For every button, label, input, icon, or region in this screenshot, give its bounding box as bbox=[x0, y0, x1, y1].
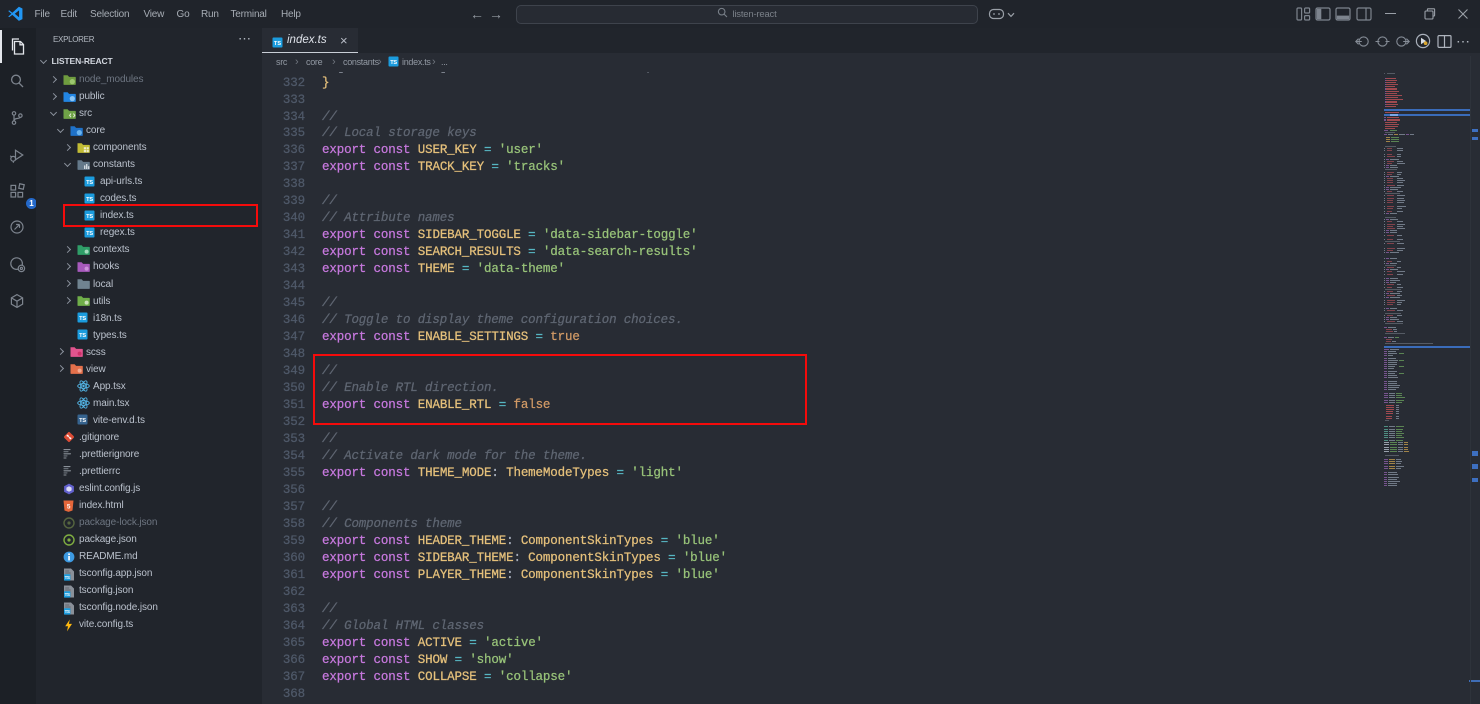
svg-text:TS: TS bbox=[65, 609, 70, 614]
svg-text:TS: TS bbox=[86, 180, 93, 186]
svg-text:TS: TS bbox=[86, 231, 93, 237]
svg-text:TS: TS bbox=[274, 41, 281, 47]
svg-text:TS: TS bbox=[65, 575, 70, 580]
svg-text:TS: TS bbox=[390, 60, 397, 66]
svg-text:TS: TS bbox=[86, 197, 93, 203]
svg-text:TS: TS bbox=[79, 333, 86, 339]
svg-text:TS: TS bbox=[65, 592, 70, 597]
svg-text:TS: TS bbox=[79, 418, 86, 424]
svg-text:TS: TS bbox=[79, 316, 86, 322]
